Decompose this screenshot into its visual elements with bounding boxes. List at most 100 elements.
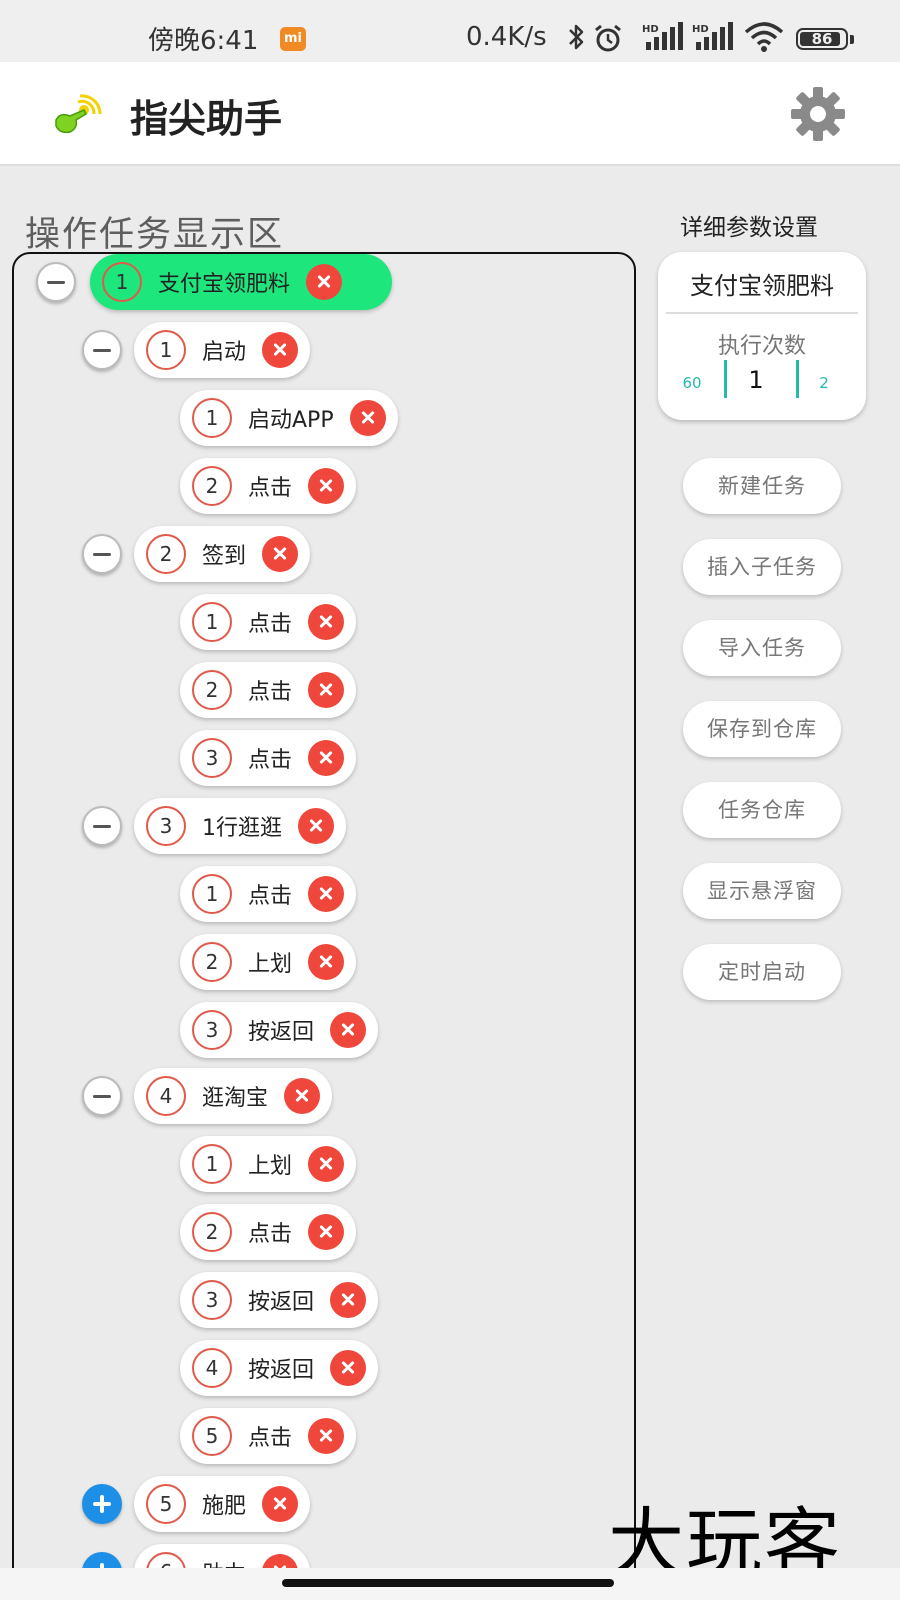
task-label: 上划 bbox=[248, 952, 293, 977]
group-task-pill[interactable]: 4 逛淘宝 bbox=[134, 1068, 333, 1124]
scheduled-start-button[interactable]: 定时启动 bbox=[683, 944, 841, 1000]
delete-icon[interactable] bbox=[262, 332, 299, 368]
delete-icon[interactable] bbox=[308, 1214, 345, 1250]
delete-icon[interactable] bbox=[330, 1282, 367, 1318]
task-label: 逛淘宝 bbox=[202, 1086, 269, 1111]
subtask-pill[interactable]: 3 按返回 bbox=[180, 1002, 379, 1058]
group-task-pill[interactable]: 3 1行逛逛 bbox=[134, 798, 346, 854]
collapse-group-3-button[interactable] bbox=[82, 806, 122, 846]
home-gesture-bar[interactable] bbox=[282, 1579, 614, 1587]
task-label: 按返回 bbox=[248, 1358, 315, 1383]
delete-icon[interactable] bbox=[330, 1350, 367, 1386]
delete-icon[interactable] bbox=[308, 1146, 345, 1182]
task-number: 2 bbox=[192, 670, 232, 710]
task-label: 点击 bbox=[248, 748, 293, 773]
subtask-pill[interactable]: 1 点击 bbox=[180, 866, 357, 922]
task-number: 3 bbox=[192, 738, 232, 778]
task-area-title: 操作任务显示区 bbox=[25, 215, 285, 255]
delete-icon[interactable] bbox=[308, 740, 345, 776]
task-number: 1 bbox=[192, 398, 232, 438]
exec-count-label: 执行次数 bbox=[717, 334, 806, 359]
subtask-pill[interactable]: 4 按返回 bbox=[180, 1340, 379, 1396]
app-bar: 指尖助手 bbox=[0, 62, 900, 166]
task-number: 1 bbox=[192, 1144, 232, 1184]
mi-notification-icon: mi bbox=[280, 27, 306, 51]
task-label: 点击 bbox=[248, 1426, 293, 1451]
subtask-pill[interactable]: 3 按返回 bbox=[180, 1272, 379, 1328]
delete-icon[interactable] bbox=[298, 808, 334, 844]
import-task-button[interactable]: 导入任务 bbox=[683, 620, 841, 676]
network-speed: 0.4K/s bbox=[466, 22, 547, 52]
delete-icon[interactable] bbox=[308, 468, 345, 504]
insert-subtask-button[interactable]: 插入子任务 bbox=[683, 539, 841, 595]
delete-icon[interactable] bbox=[308, 672, 345, 708]
subtask-pill[interactable]: 2 点击 bbox=[180, 458, 357, 514]
battery-level: 86 bbox=[811, 30, 833, 48]
task-label: 上划 bbox=[248, 1154, 293, 1179]
task-repo-button[interactable]: 任务仓库 bbox=[683, 782, 841, 838]
collapse-group-1-button[interactable] bbox=[82, 330, 122, 370]
picker-divider bbox=[724, 360, 727, 398]
new-task-button[interactable]: 新建任务 bbox=[683, 458, 841, 514]
task-number: 2 bbox=[192, 1212, 232, 1252]
delete-icon[interactable] bbox=[262, 536, 299, 572]
collapse-root-button[interactable] bbox=[36, 262, 76, 302]
picker-prev-value[interactable]: 60 bbox=[666, 374, 718, 392]
root-task-pill[interactable]: 1 支付宝领肥料 bbox=[90, 254, 392, 310]
alarm-icon bbox=[595, 24, 621, 52]
subtask-pill[interactable]: 5 点击 bbox=[180, 1408, 357, 1464]
delete-icon[interactable] bbox=[308, 876, 345, 912]
picker-current-value[interactable]: 1 bbox=[728, 366, 784, 394]
signal-hd-icon-2: HD bbox=[692, 22, 733, 50]
expand-group-5-button[interactable] bbox=[82, 1484, 122, 1524]
task-tree: 1 支付宝领肥料 1 启动 1 启动APP 2 点击 2 签到 1 点击 2 点… bbox=[12, 252, 636, 1600]
task-label: 点击 bbox=[248, 680, 293, 705]
task-number: 2 bbox=[146, 534, 186, 574]
subtask-pill[interactable]: 1 启动APP bbox=[180, 390, 398, 446]
show-float-window-button[interactable]: 显示悬浮窗 bbox=[683, 863, 841, 919]
task-label: 施肥 bbox=[202, 1494, 247, 1519]
subtask-pill[interactable]: 2 上划 bbox=[180, 934, 357, 990]
battery-tip bbox=[850, 35, 854, 44]
task-number: 1 bbox=[102, 262, 142, 302]
settings-gear-icon[interactable] bbox=[790, 86, 846, 142]
delete-icon[interactable] bbox=[349, 400, 386, 436]
task-label: 点击 bbox=[248, 884, 293, 909]
task-label: 签到 bbox=[202, 544, 247, 569]
subtask-pill[interactable]: 1 点击 bbox=[180, 594, 357, 650]
svg-text:HD: HD bbox=[692, 24, 709, 35]
group-task-pill[interactable]: 5 施肥 bbox=[134, 1476, 311, 1532]
picker-next-value[interactable]: 2 bbox=[798, 374, 850, 392]
subtask-pill[interactable]: 1 上划 bbox=[180, 1136, 357, 1192]
group-task-pill[interactable]: 1 启动 bbox=[134, 322, 311, 378]
task-number: 1 bbox=[192, 874, 232, 914]
subtask-pill[interactable]: 2 点击 bbox=[180, 662, 357, 718]
task-number: 2 bbox=[192, 942, 232, 982]
status-bar: 傍晚6:41 mi 0.4K/s HD HD 86 bbox=[0, 0, 900, 62]
task-number: 4 bbox=[146, 1076, 186, 1116]
task-label: 启动 bbox=[202, 340, 247, 365]
delete-icon[interactable] bbox=[308, 944, 345, 980]
delete-icon[interactable] bbox=[262, 1486, 299, 1522]
delete-icon[interactable] bbox=[306, 264, 343, 300]
task-label: 点击 bbox=[248, 1222, 293, 1247]
delete-icon[interactable] bbox=[330, 1012, 367, 1048]
signal-hd-icon-1: HD bbox=[642, 22, 683, 50]
task-label: 按返回 bbox=[248, 1020, 315, 1045]
subtask-pill[interactable]: 3 点击 bbox=[180, 730, 357, 786]
divider bbox=[666, 312, 858, 314]
task-label: 启动APP bbox=[248, 408, 334, 433]
task-number: 1 bbox=[192, 602, 232, 642]
task-number: 3 bbox=[192, 1280, 232, 1320]
status-time: 傍晚6:41 bbox=[148, 26, 259, 56]
group-task-pill[interactable]: 2 签到 bbox=[134, 526, 311, 582]
collapse-group-4-button[interactable] bbox=[82, 1076, 122, 1116]
delete-icon[interactable] bbox=[308, 1418, 345, 1454]
save-to-repo-button[interactable]: 保存到仓库 bbox=[683, 701, 841, 757]
delete-icon[interactable] bbox=[284, 1078, 321, 1114]
bluetooth-icon bbox=[569, 24, 584, 50]
collapse-group-2-button[interactable] bbox=[82, 534, 122, 574]
subtask-pill[interactable]: 2 点击 bbox=[180, 1204, 357, 1260]
wifi-icon bbox=[744, 22, 784, 52]
delete-icon[interactable] bbox=[308, 604, 345, 640]
